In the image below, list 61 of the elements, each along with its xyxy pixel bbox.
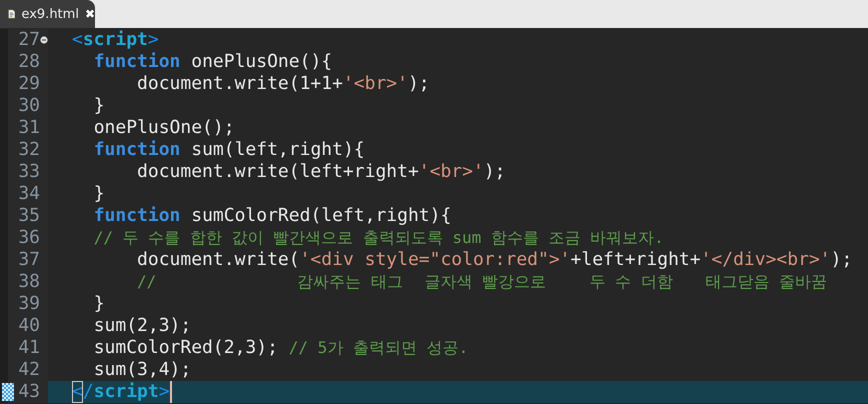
code-comment: // xyxy=(137,271,156,293)
close-icon[interactable]: ✖ xyxy=(84,7,95,21)
keyword: function xyxy=(94,139,180,161)
line-number: 43 xyxy=(17,381,40,403)
code-comment: 두 수 더함 xyxy=(590,271,673,293)
line-number: 37 xyxy=(17,249,40,271)
fold-icon[interactable] xyxy=(40,36,48,44)
code-text: ); xyxy=(408,73,430,95)
string-literal: '<br>' xyxy=(342,73,408,95)
line-number: 42 xyxy=(17,359,40,381)
text-cursor xyxy=(170,381,172,403)
code-text: } xyxy=(94,293,105,315)
file-icon xyxy=(8,7,16,21)
line-number: 30 xyxy=(17,95,40,117)
code-comment: 태그닫음 줄바꿈 xyxy=(705,271,827,293)
line-number: 36 xyxy=(17,227,40,249)
code-text: document.write(1+1+ xyxy=(137,73,343,95)
code-text: ); xyxy=(484,161,506,183)
line-number: 28 xyxy=(17,51,40,73)
line-number: 31 xyxy=(17,117,40,139)
tag-name: script xyxy=(82,29,148,51)
code-comment: 감싸주는 태그 xyxy=(297,271,403,293)
line-number: 40 xyxy=(17,315,40,337)
code-comment: 글자색 빨강으로 xyxy=(424,271,546,293)
code-text: sumColorRed(2,3); xyxy=(94,337,278,359)
tag-bracket: / xyxy=(82,381,94,403)
code-text: document.write( xyxy=(137,249,300,271)
code-text: onePlusOne(){ xyxy=(191,51,332,73)
line-number: 29 xyxy=(17,73,40,95)
line-number: 32 xyxy=(17,139,40,161)
code-text: sum(3,4); xyxy=(94,359,192,381)
string-literal: '<br>' xyxy=(418,161,484,183)
code-text: +left+right+ xyxy=(570,249,701,271)
line-number: 34 xyxy=(17,183,40,205)
code-text: } xyxy=(94,95,105,117)
tag-bracket: > xyxy=(148,29,159,51)
keyword: function xyxy=(94,51,180,73)
tag-name: script xyxy=(94,381,159,403)
editor-tab[interactable]: ex9.html ✖ xyxy=(0,0,95,28)
tag-bracket: > xyxy=(158,381,170,403)
code-text: ); xyxy=(830,249,852,271)
line-number: 35 xyxy=(17,205,40,227)
tab-title: ex9.html xyxy=(21,6,79,22)
code-text: document.write(left+right+ xyxy=(137,161,419,183)
string-literal: '</div><br>' xyxy=(700,249,831,271)
code-text: onePlusOne(); xyxy=(94,117,235,139)
line-number: 33 xyxy=(17,161,40,183)
code-comment: // 5가 출력되면 성공. xyxy=(288,337,468,359)
line-number: 39 xyxy=(17,293,40,315)
code-text: sum(2,3); xyxy=(94,315,192,337)
tag-bracket: < xyxy=(72,381,83,403)
code-text: sum(left,right){ xyxy=(191,139,365,161)
code-text: sumColorRed(left,right){ xyxy=(191,205,452,227)
code-comment: // 두 수를 합한 값이 빨간색으로 출력되도록 sum 함수를 조금 바꿔보자. xyxy=(94,227,664,249)
line-number: 27 xyxy=(17,29,40,51)
code-text: } xyxy=(94,183,105,205)
line-number: 38 xyxy=(17,271,40,293)
tag-bracket: < xyxy=(72,29,83,51)
string-literal: '<div style="color:red">' xyxy=(300,249,571,271)
line-number: 41 xyxy=(17,337,40,359)
keyword: function xyxy=(94,205,180,227)
